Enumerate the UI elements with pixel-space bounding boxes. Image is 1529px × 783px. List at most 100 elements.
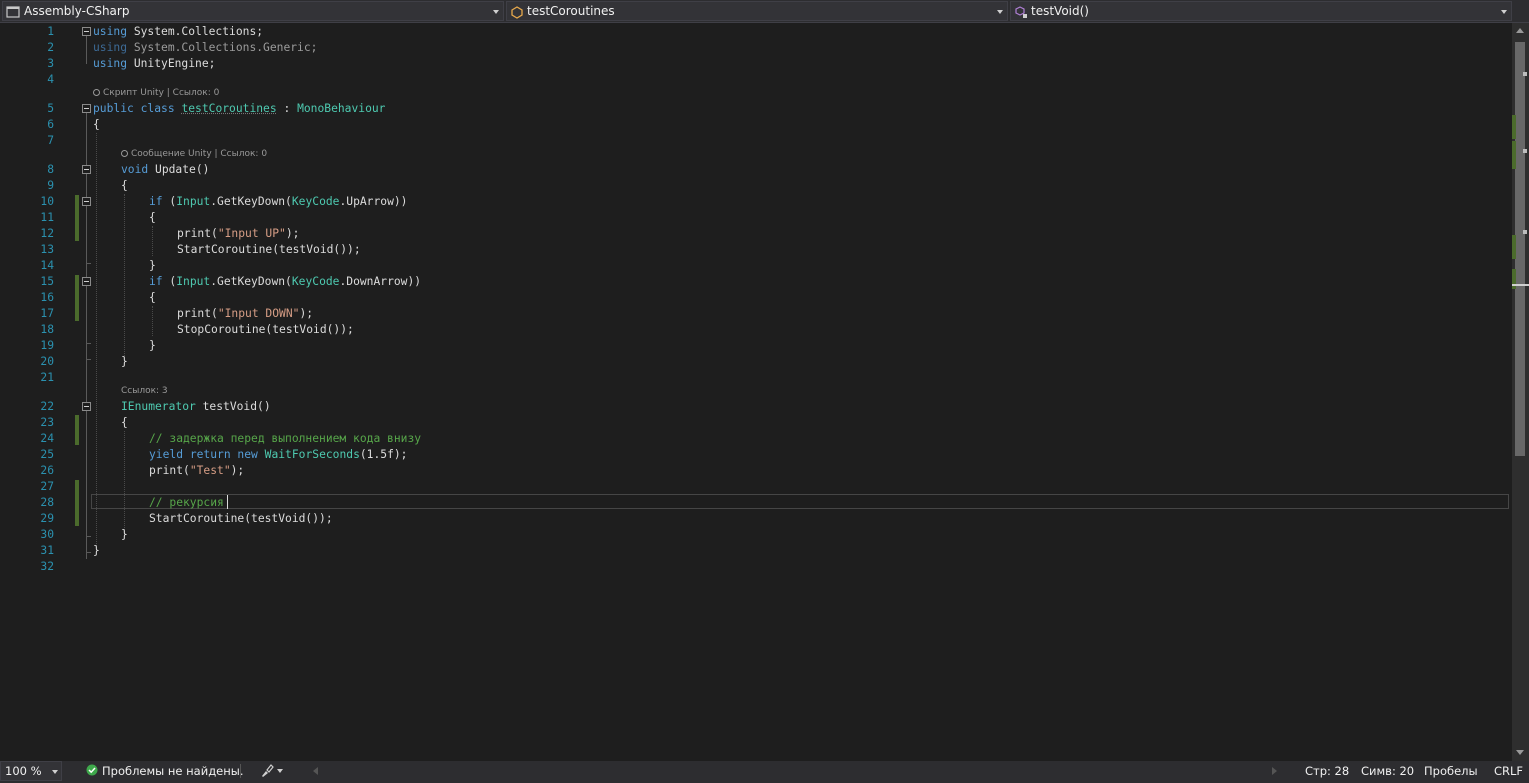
line-number: 12 — [40, 227, 54, 240]
project-name: Assembly-CSharp — [24, 4, 130, 18]
line-number: 5 — [47, 102, 54, 115]
codelens-class[interactable]: Скрипт Unity | Ссылок: 0 — [93, 87, 219, 99]
whitespace-indicator[interactable]: Пробелы — [1424, 761, 1478, 781]
change-marker — [75, 195, 79, 241]
scroll-thumb[interactable] — [1515, 42, 1525, 456]
outline-end — [86, 536, 91, 537]
keyword: void — [121, 163, 149, 176]
code-line: { — [121, 179, 128, 192]
indent-guide — [152, 226, 153, 256]
chevron-down-icon — [1501, 10, 1507, 14]
code-line: print("Input DOWN"); — [177, 306, 313, 322]
code-text: .UpArrow)) — [339, 195, 408, 208]
line-number: 30 — [40, 528, 54, 541]
code-text: .GetKeyDown( — [210, 195, 292, 208]
code-line: { — [93, 118, 100, 131]
code-line: print("Input UP"); — [177, 226, 299, 242]
outline-end — [86, 552, 91, 553]
collapse-toggle[interactable] — [82, 104, 91, 113]
code-line: using System.Collections.Generic; — [93, 40, 317, 56]
code-line: using System.Collections; — [93, 24, 263, 40]
type-name: IEnumerator — [121, 400, 196, 413]
line-number: 20 — [40, 355, 54, 368]
line-number: 27 — [40, 480, 54, 493]
indent-guide — [124, 431, 125, 536]
navigation-bar: Assembly-CSharp testCoroutines testVoid(… — [0, 0, 1529, 23]
class-name: testCoroutines — [527, 4, 615, 18]
collapse-toggle[interactable] — [82, 165, 91, 174]
code-line: { — [121, 416, 128, 429]
keyword: using — [93, 25, 128, 38]
line-number: 25 — [40, 448, 54, 461]
comment-line: // задержка перед выполнением кода внизу — [149, 432, 422, 445]
code-text: .GetKeyDown( — [210, 275, 292, 288]
code-line: public class testCoroutines : MonoBehavi… — [93, 101, 385, 117]
text-caret — [227, 495, 228, 509]
indent-guide — [124, 194, 125, 360]
keyword: return — [183, 448, 231, 461]
code-text: System.Collections.Generic; — [127, 41, 318, 54]
zoom-level: 100 % — [5, 764, 42, 778]
outline-line — [86, 286, 87, 331]
line-number: 28 — [40, 496, 54, 509]
line-number: 23 — [40, 416, 54, 429]
code-line: } — [121, 528, 128, 541]
collapse-toggle[interactable] — [82, 277, 91, 286]
vertical-scrollbar[interactable] — [1512, 23, 1529, 761]
scroll-right-icon[interactable] — [1272, 767, 1277, 775]
codelens-text: Скрипт Unity | Ссылок: 0 — [103, 88, 220, 98]
keyword: yield — [149, 448, 184, 461]
scroll-down-icon[interactable] — [1516, 750, 1524, 755]
type-name: Input — [176, 275, 211, 288]
separator — [240, 764, 241, 778]
unity-icon — [93, 89, 100, 96]
code-text: ); — [299, 307, 314, 320]
type-name: KeyCode — [291, 275, 340, 288]
class-icon — [511, 6, 523, 19]
code-line: StopCoroutine(testVoid()); — [177, 323, 354, 336]
line-number: 3 — [47, 57, 54, 70]
problems-text: Проблемы не найдены. — [102, 764, 244, 778]
change-marker — [75, 275, 79, 321]
collapse-toggle[interactable] — [82, 197, 91, 206]
code-text: print( — [177, 227, 218, 240]
codelens-update[interactable]: Сообщение Unity | Ссылок: 0 — [121, 148, 267, 160]
chevron-down-icon — [277, 769, 283, 773]
keyword: using — [93, 57, 128, 70]
string-literal: "Input UP" — [217, 227, 286, 240]
type-name: KeyCode — [291, 195, 340, 208]
line-ending-indicator[interactable]: CRLF — [1494, 761, 1523, 781]
code-line: } — [121, 355, 128, 368]
class-dropdown[interactable]: testCoroutines — [506, 1, 1008, 21]
code-text: Update() — [148, 163, 210, 176]
line-number: 8 — [47, 163, 54, 176]
line-number: 15 — [40, 275, 54, 288]
code-editor[interactable]: 1 2 3 4 5 6 7 8 9 10 11 12 13 14 15 16 1… — [0, 23, 1512, 761]
scroll-up-icon[interactable] — [1516, 28, 1524, 33]
indent-guide — [152, 306, 153, 336]
code-text: : — [276, 102, 298, 115]
codelens-testvoid[interactable]: Ссылок: 3 — [121, 385, 168, 397]
collapse-toggle[interactable] — [82, 402, 91, 411]
outline-line — [86, 206, 87, 251]
code-text: ); — [285, 227, 300, 240]
column-indicator[interactable]: Симв: 20 — [1361, 761, 1414, 781]
keyword: if — [149, 195, 163, 208]
chevron-down-icon — [493, 10, 499, 14]
scroll-left-icon[interactable] — [313, 767, 318, 775]
comment-line: // рекурсия — [149, 496, 224, 509]
project-dropdown[interactable]: Assembly-CSharp — [2, 1, 504, 21]
change-overview-marker — [1512, 115, 1516, 139]
change-overview-marker — [1512, 235, 1516, 259]
code-line: StartCoroutine(testVoid()); — [149, 512, 333, 525]
current-line-highlight — [91, 494, 1509, 509]
change-overview-marker — [1512, 141, 1516, 169]
change-overview-marker — [1512, 269, 1516, 289]
collapse-toggle[interactable] — [82, 27, 91, 36]
member-dropdown[interactable]: testVoid() — [1010, 1, 1512, 21]
line-number: 10 — [40, 195, 54, 208]
line-number: 9 — [47, 179, 54, 192]
line-indicator[interactable]: Стр: 28 — [1305, 761, 1349, 781]
code-line: IEnumerator testVoid() — [121, 399, 271, 415]
zoom-dropdown[interactable]: 100 % — [0, 761, 62, 781]
